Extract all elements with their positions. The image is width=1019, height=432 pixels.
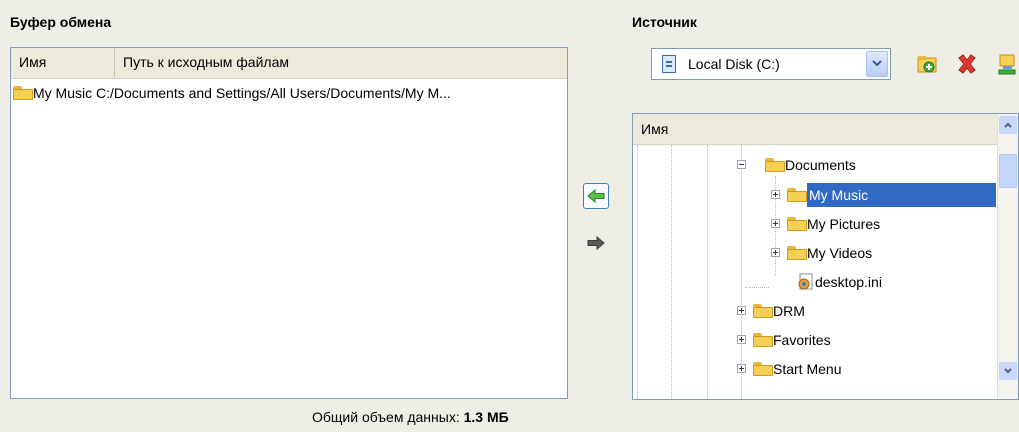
settings-file-icon <box>798 273 813 290</box>
move-to-source-button[interactable] <box>583 230 609 256</box>
network-drive-button[interactable] <box>996 52 1019 76</box>
tree-item-label: My Music <box>807 183 996 207</box>
expand-toggle[interactable] <box>771 190 780 199</box>
tree-item-label: desktop.ini <box>815 274 882 290</box>
expand-toggle[interactable] <box>737 306 746 315</box>
chevron-up-icon <box>1004 122 1012 128</box>
tree-item-desktop-ini[interactable]: desktop.ini <box>797 270 882 294</box>
tree-item-my-music[interactable]: My Music <box>771 183 996 207</box>
clipboard-row-path: C:/Documents and Settings/All Users/Docu… <box>96 85 451 101</box>
vertical-scrollbar[interactable] <box>997 114 1018 399</box>
drive-dropdown[interactable]: Local Disk (C:) <box>651 48 891 80</box>
delete-button[interactable] <box>955 52 979 76</box>
folder-icon <box>787 246 807 260</box>
clipboard-row[interactable]: My Music C:/Documents and Settings/All U… <box>13 80 451 106</box>
tree-item-favorites[interactable]: Favorites <box>737 328 831 352</box>
total-value: 1.3 МБ <box>463 409 509 425</box>
tree-column-name[interactable]: Имя <box>633 121 668 137</box>
source-tree[interactable]: Имя Documents My Music My Pictures My Vi… <box>632 113 1019 400</box>
folder-icon <box>787 188 807 202</box>
total-label: Общий объем данных: <box>312 409 460 425</box>
chevron-down-icon <box>1004 368 1012 374</box>
expand-toggle[interactable] <box>771 248 780 257</box>
arrow-right-icon <box>587 236 605 250</box>
collapse-toggle[interactable] <box>737 160 746 169</box>
clipboard-title: Буфер обмена <box>10 14 112 30</box>
tree-item-my-pictures[interactable]: My Pictures <box>771 212 880 236</box>
tree-header: Имя <box>633 114 998 145</box>
move-to-clipboard-button[interactable] <box>583 183 609 209</box>
chevron-down-icon <box>872 60 882 67</box>
total-size: Общий объем данных: 1.3 МБ <box>312 409 509 425</box>
disk-icon <box>662 55 676 73</box>
tree-item-my-videos[interactable]: My Videos <box>771 241 872 265</box>
folder-icon <box>787 217 807 231</box>
add-folder-icon <box>917 56 937 73</box>
tree-item-label: Documents <box>785 157 856 173</box>
tree-item-label: My Pictures <box>807 216 881 232</box>
dropdown-button[interactable] <box>866 51 888 77</box>
scroll-up-button[interactable] <box>999 116 1017 134</box>
expand-toggle[interactable] <box>737 364 746 373</box>
column-name[interactable]: Имя <box>11 48 115 77</box>
tree-item-label: My Videos <box>807 245 873 261</box>
source-title: Источник <box>632 14 697 30</box>
delete-icon <box>958 54 976 74</box>
folder-icon <box>753 333 773 347</box>
expand-toggle[interactable] <box>771 219 780 228</box>
column-path[interactable]: Путь к исходным файлам <box>115 48 563 77</box>
network-drive-icon <box>998 54 1016 75</box>
scroll-down-button[interactable] <box>999 362 1017 380</box>
folder-open-icon <box>765 158 785 172</box>
folder-icon <box>753 362 773 376</box>
folder-icon <box>753 304 773 318</box>
tree-item-label: DRM <box>773 303 805 319</box>
clipboard-header: Имя Путь к исходным файлам <box>11 48 567 79</box>
scroll-thumb[interactable] <box>999 154 1017 188</box>
add-folder-button[interactable] <box>916 52 940 76</box>
tree-item-start-menu[interactable]: Start Menu <box>737 357 841 381</box>
drive-dropdown-value: Local Disk (C:) <box>688 56 780 72</box>
tree-item-label: Start Menu <box>773 361 842 377</box>
tree-item-label: Favorites <box>773 332 831 348</box>
tree-item-drm[interactable]: DRM <box>737 299 805 323</box>
clipboard-row-name: My Music <box>33 85 93 101</box>
arrow-left-icon <box>587 189 605 203</box>
expand-toggle[interactable] <box>737 335 746 344</box>
clipboard-list[interactable]: Имя Путь к исходным файлам My Music C:/D… <box>10 47 568 399</box>
tree-item-documents[interactable]: Documents <box>737 153 856 177</box>
folder-icon <box>13 86 33 100</box>
